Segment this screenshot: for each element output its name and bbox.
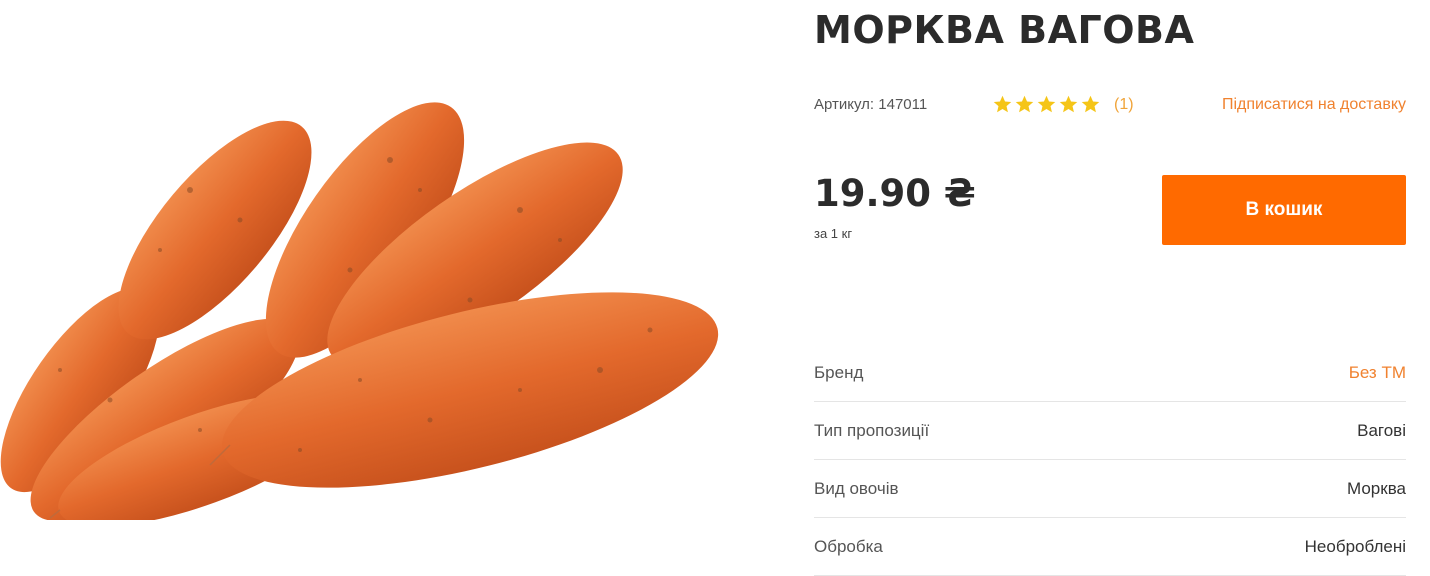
star-icon	[1081, 95, 1100, 113]
spec-value: Необроблені	[1304, 536, 1406, 556]
spec-value: Вагові	[1357, 420, 1406, 440]
spec-label: Обробка	[814, 536, 883, 556]
add-to-cart-button[interactable]: В кошик	[1162, 175, 1406, 245]
spec-row-vegetable-type: Вид овочів Морква	[814, 460, 1406, 518]
sku-label: Артикул: 147011	[814, 96, 928, 113]
spec-row-offer-type: Тип пропозиції Вагові	[814, 402, 1406, 460]
review-count[interactable]: (1)	[1114, 96, 1134, 114]
product-title: МОРКВА ВАГОВА	[814, 8, 1195, 52]
rating[interactable]: (1)	[992, 94, 1134, 115]
price: 19.90 ₴	[814, 172, 976, 215]
brand-link[interactable]: Без ТМ	[1349, 363, 1406, 383]
spec-value: Морква	[1347, 478, 1406, 498]
subscribe-delivery-link[interactable]: Підписатися на доставку	[1222, 96, 1406, 114]
spec-label: Вид овочів	[814, 478, 899, 498]
star-icon	[1059, 95, 1078, 113]
spec-label: Бренд	[814, 362, 864, 382]
star-icon	[1015, 95, 1034, 113]
product-meta-row: Артикул: 147011 (1) Підписатися на доста…	[814, 96, 1406, 116]
specs-table: Бренд Без ТМ Тип пропозиції Вагові Вид о…	[814, 344, 1406, 576]
spec-label: Тип пропозиції	[814, 420, 930, 440]
spec-row-brand: Бренд Без ТМ	[814, 344, 1406, 402]
price-unit: за 1 кг	[814, 226, 853, 241]
star-icon	[1037, 95, 1056, 113]
carrot-bunch-image	[0, 102, 719, 520]
star-icon	[993, 95, 1012, 113]
product-image[interactable]	[0, 70, 740, 520]
spec-row-processing: Обробка Необроблені	[814, 518, 1406, 576]
